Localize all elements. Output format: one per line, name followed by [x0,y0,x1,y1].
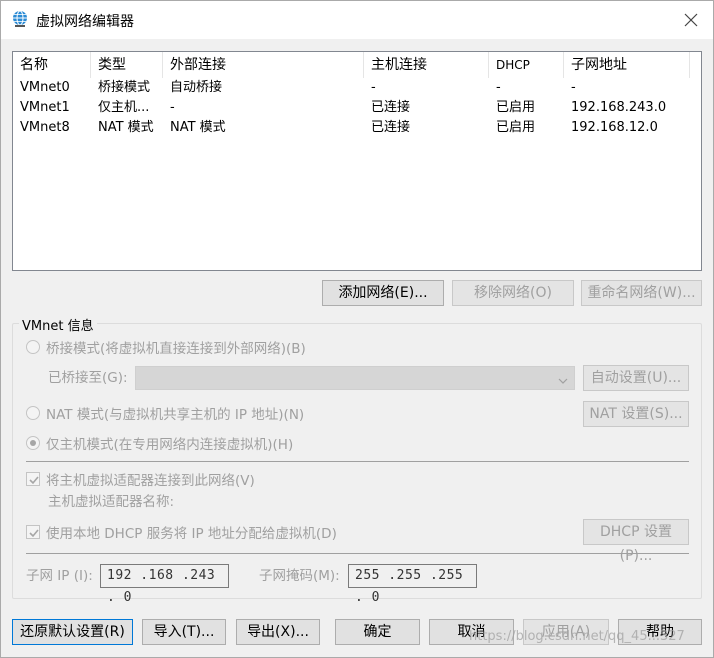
column-header-host[interactable]: 主机连接 [364,52,489,78]
globe-network-icon [11,10,29,28]
virtual-network-editor-window: 虚拟网络编辑器 名称 类型 外部连接 主机连接 DHCP 子网地址 VMnet0… [0,0,714,658]
cell-external: NAT 模式 [170,120,226,135]
table-row[interactable]: VMnet8 NAT 模式 NAT 模式 已连接 已启用 192.168.12.… [13,118,701,138]
rename-network-button[interactable]: 重命名网络(W)... [581,280,702,306]
cell-name: VMnet8 [20,120,70,135]
cell-dhcp: - [496,80,501,95]
remove-network-button[interactable]: 移除网络(O) [452,280,574,306]
apply-button[interactable]: 应用(A) [523,619,609,645]
cell-host: 已连接 [371,100,411,115]
checkbox-box [26,525,40,539]
host-only-label: 仅主机模式(在专用网络内连接虚拟机)(H) [46,437,294,453]
subnet-mask-label: 子网掩码(M): [259,568,340,584]
cell-dhcp: 已启用 [496,100,536,115]
connect-adapter-label: 将主机虚拟适配器连接到此网络(V) [46,473,255,489]
bridged-mode-label: 桥接模式(将虚拟机直接连接到外部网络)(B) [46,341,306,357]
title-bar: 虚拟网络编辑器 [1,1,713,39]
column-header-dhcp[interactable]: DHCP [489,52,564,78]
cell-dhcp: 已启用 [496,120,536,135]
column-header-subnet[interactable]: 子网地址 [564,52,690,78]
import-button[interactable]: 导入(T)... [142,619,226,645]
window-title: 虚拟网络编辑器 [36,14,134,30]
adapter-name-label: 主机虚拟适配器名称: [48,494,175,510]
cell-type: NAT 模式 [98,120,154,135]
radio-circle [26,406,40,420]
nat-mode-radio[interactable]: NAT 模式(与虚拟机共享主机的 IP 地址)(N) [26,403,304,423]
vmnet-info-label: VMnet 信息 [19,315,97,334]
auto-settings-button[interactable]: 自动设置(U)... [583,365,689,391]
network-list[interactable]: 名称 类型 外部连接 主机连接 DHCP 子网地址 VMnet0 桥接模式 自动… [12,51,702,271]
connect-adapter-checkbox[interactable]: 将主机虚拟适配器连接到此网络(V) [26,469,255,489]
checkbox-box [26,472,40,486]
export-button[interactable]: 导出(X)... [236,619,320,645]
nat-settings-button[interactable]: NAT 设置(S)... [583,401,689,427]
cell-external: - [170,100,175,115]
radio-circle [26,340,40,354]
cell-subnet: 192.168.12.0 [571,120,658,135]
divider [26,553,689,554]
help-button[interactable]: 帮助 [618,619,702,645]
checkmark-icon [29,529,39,538]
cancel-button[interactable]: 取消 [429,619,514,645]
cell-type: 桥接模式 [98,80,151,95]
cell-subnet: 192.168.243.0 [571,100,667,115]
cell-name: VMnet1 [20,100,70,115]
dhcp-service-label: 使用本地 DHCP 服务将 IP 地址分配给虚拟机(D) [46,526,337,542]
cell-subnet: - [571,80,576,95]
bridged-to-select[interactable] [135,366,575,390]
ok-button[interactable]: 确定 [335,619,420,645]
add-network-button[interactable]: 添加网络(E)... [322,280,444,306]
list-header: 名称 类型 外部连接 主机连接 DHCP 子网地址 [13,52,701,78]
cell-host: - [371,80,376,95]
radio-circle-selected [26,436,40,450]
subnet-ip-label: 子网 IP (I): [26,568,93,584]
bridged-to-label: 已桥接至(G): [48,370,128,386]
column-header-type[interactable]: 类型 [91,52,163,78]
table-row[interactable]: VMnet0 桥接模式 自动桥接 - - - [13,78,701,98]
close-icon[interactable] [681,10,701,30]
dhcp-settings-button[interactable]: DHCP 设置(P)... [583,519,689,564]
restore-defaults-button[interactable]: 还原默认设置(R) [12,619,133,645]
subnet-ip-input[interactable]: 192 .168 .243 . 0 [100,564,229,605]
host-only-radio[interactable]: 仅主机模式(在专用网络内连接虚拟机)(H) [26,433,293,453]
divider [26,461,689,462]
cell-name: VMnet0 [20,80,70,95]
bridged-mode-radio[interactable]: 桥接模式(将虚拟机直接连接到外部网络)(B) [26,337,306,357]
dhcp-service-checkbox[interactable]: 使用本地 DHCP 服务将 IP 地址分配给虚拟机(D) [26,522,337,542]
column-header-external[interactable]: 外部连接 [163,52,364,78]
cell-external: 自动桥接 [170,80,223,95]
nat-mode-label: NAT 模式(与虚拟机共享主机的 IP 地址)(N) [46,407,305,423]
cell-type: 仅主机... [98,100,150,115]
column-header-name[interactable]: 名称 [13,52,91,78]
chevron-down-icon [558,374,568,389]
table-row[interactable]: VMnet1 仅主机... - 已连接 已启用 192.168.243.0 [13,98,701,118]
subnet-mask-input[interactable]: 255 .255 .255 . 0 [348,564,477,605]
cell-host: 已连接 [371,120,411,135]
checkmark-icon [29,476,39,485]
